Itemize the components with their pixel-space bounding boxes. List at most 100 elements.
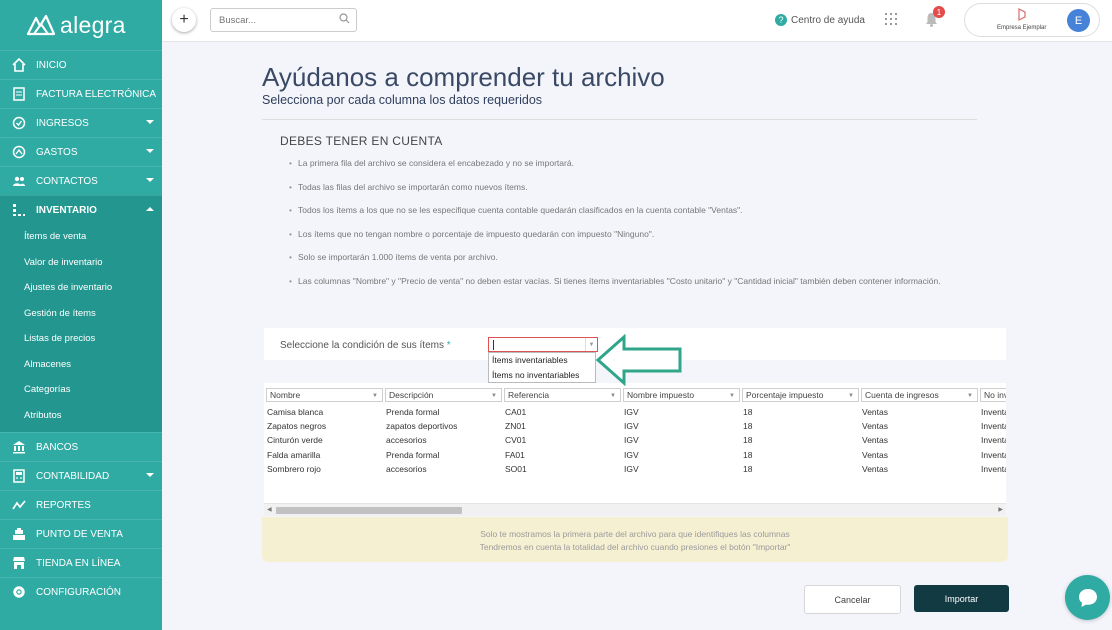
- import-button[interactable]: Importar: [914, 585, 1009, 612]
- table-cell: Camisa blanca: [267, 407, 324, 417]
- help-center-link[interactable]: ? Centro de ayuda: [775, 14, 865, 26]
- column-header-label: Cuenta de ingresos: [865, 390, 939, 400]
- gear-icon: [12, 585, 26, 599]
- table-cell: IGV: [624, 407, 639, 417]
- topbar: + ? Centro de ayuda 1 Empresa Ejemplar E: [162, 0, 1112, 42]
- option-no-inventariables[interactable]: Ítems no inventariables: [489, 368, 595, 383]
- company-switcher[interactable]: Empresa Ejemplar E: [964, 3, 1100, 37]
- sidebar-subitem[interactable]: Gestión de ítems: [0, 301, 162, 327]
- notification-badge: 1: [933, 6, 945, 18]
- caret-down-icon: [146, 178, 154, 182]
- table-row: Sombrero rojo accesorios SO01 IGV 18 Ventas In…: [267, 462, 1006, 476]
- sidebar-subitem[interactable]: Categorías: [0, 377, 162, 403]
- sidebar-item-label: INICIO: [36, 59, 67, 71]
- info-box: Solo te mostramos la primera parte del a…: [262, 517, 1008, 562]
- alegra-logo[interactable]: alegra: [0, 0, 162, 50]
- notice-item: La primera fila del archivo se considera…: [289, 152, 969, 176]
- sidebar-subitem[interactable]: Almacenes: [0, 352, 162, 378]
- sidebar-item-label: CONTACTOS: [36, 175, 98, 187]
- table-row: Camisa blanca Prenda formal CA01 IGV 18 Venta…: [267, 405, 1006, 419]
- table-cell: SO01: [505, 463, 527, 474]
- scroll-left-icon[interactable]: ◀: [267, 506, 272, 513]
- sidebar-item-bancos[interactable]: BANCOS: [0, 432, 162, 461]
- sidebar-item-contabilidad[interactable]: CONTABILIDAD: [0, 461, 162, 490]
- table-cell: IGV: [624, 435, 639, 446]
- chat-button[interactable]: [1065, 575, 1110, 620]
- column-mapping-select[interactable]: Referencia ▼: [504, 388, 621, 402]
- sidebar-item-inicio[interactable]: INICIO: [0, 50, 162, 79]
- home-icon: [12, 58, 26, 72]
- table-cell: Ventas: [862, 463, 888, 474]
- column-mapping-select[interactable]: Nombre impuesto ▼: [623, 388, 740, 402]
- sidebar-item-label: FACTURA ELECTRÓNICA: [36, 88, 157, 100]
- cancel-button[interactable]: Cancelar: [804, 585, 901, 614]
- sidebar-subitem[interactable]: Ajustes de inventario: [0, 275, 162, 301]
- annotation-arrow-icon: [596, 334, 682, 386]
- apps-grid-icon[interactable]: [885, 13, 897, 25]
- column-header-label: Nombre impuesto: [627, 390, 695, 400]
- condition-label: Seleccione la condición de sus ítems *: [280, 340, 451, 351]
- avatar[interactable]: E: [1067, 9, 1090, 32]
- column-header-label: Nombre: [270, 390, 301, 400]
- column-mapping-select[interactable]: Porcentaje impuesto ▼: [742, 388, 859, 402]
- table-cell: CA01: [505, 407, 527, 417]
- option-inventariables[interactable]: Ítems inventariables: [489, 353, 595, 368]
- horizontal-scrollbar[interactable]: ◀ ▶: [264, 503, 1006, 516]
- table-body: Camisa blanca Prenda formal CA01 IGV 18 Venta…: [267, 405, 1006, 476]
- sidebar-item-gastos[interactable]: GASTOS: [0, 137, 162, 166]
- required-mark: *: [446, 340, 451, 351]
- contacts-icon: [12, 174, 26, 188]
- help-icon: ?: [775, 14, 787, 26]
- text-cursor: [493, 340, 494, 350]
- sidebar-item-label: BANCOS: [36, 441, 79, 453]
- table-cell: IGV: [624, 463, 639, 474]
- scrollbar-thumb[interactable]: [276, 507, 462, 514]
- column-header-label: Descripción: [389, 390, 434, 400]
- table-cell: zapatos deportivos: [386, 421, 458, 432]
- sidebar-item-punto-de-venta[interactable]: PUNTO DE VENTA: [0, 519, 162, 548]
- notice-item: Solo se importarán 1.000 ítems de venta …: [289, 246, 969, 270]
- column-mapping-select[interactable]: Cuenta de ingresos ▼: [861, 388, 978, 402]
- sidebar-item-inventario[interactable]: INVENTARIO: [0, 195, 162, 224]
- sidebar-subitem[interactable]: Listas de precios: [0, 326, 162, 352]
- column-header-label: Referencia: [508, 390, 550, 400]
- notice-item: Las columnas "Nombre" y "Precio de venta…: [289, 270, 969, 294]
- notice-heading: DEBES TENER EN CUENTA: [280, 134, 443, 148]
- sidebar-subitem[interactable]: Valor de inventario: [0, 250, 162, 276]
- sidebar-subitem[interactable]: Ítems de venta: [0, 224, 162, 250]
- column-mapping-select[interactable]: No inventariables▼: [980, 388, 1006, 402]
- sidebar-item-reportes[interactable]: REPORTES: [0, 490, 162, 519]
- quick-add-button[interactable]: +: [172, 8, 196, 32]
- info-line: Tendremos en cuenta la totalidad del arc…: [479, 541, 791, 552]
- scroll-right-icon[interactable]: ▶: [998, 506, 1003, 513]
- sidebar-item-ingresos[interactable]: INGRESOS: [0, 108, 162, 137]
- column-header-label: Porcentaje impuesto: [746, 390, 824, 400]
- search-icon[interactable]: [339, 13, 350, 24]
- sidebar-item-configuración[interactable]: CONFIGURACIÓN: [0, 577, 162, 606]
- caret-down-icon: [146, 120, 154, 124]
- sidebar-item-factura-electrónica[interactable]: FACTURA ELECTRÓNICA: [0, 79, 162, 108]
- sidebar-item-label: PUNTO DE VENTA: [36, 528, 123, 540]
- search-input[interactable]: [210, 8, 357, 32]
- table-cell: Inventariables: [981, 463, 1006, 474]
- chevron-down-icon: ▼: [372, 393, 378, 399]
- accounting-icon: [12, 469, 26, 483]
- pos-icon: [12, 527, 26, 541]
- condition-select[interactable]: ▼: [488, 337, 598, 352]
- table-cell: IGV: [624, 449, 639, 460]
- caret-up-icon: [146, 207, 154, 211]
- alegra-leaf-icon: [26, 14, 56, 36]
- sidebar-subitem[interactable]: Atributos: [0, 403, 162, 429]
- notice-item: Los ítems que no tengan nombre o porcent…: [289, 223, 969, 247]
- sidebar-item-contactos[interactable]: CONTACTOS: [0, 166, 162, 195]
- table-row: Zapatos negros zapatos deportivos ZN01 IGV 1…: [267, 419, 1006, 433]
- column-mapping-select[interactable]: Nombre ▼: [266, 388, 383, 402]
- chevron-down-icon: ▼: [491, 393, 497, 399]
- inventory-subnav: Ítems de venta Valor de inventario Ajustes…: [0, 224, 162, 432]
- sidebar-item-tienda-en-línea[interactable]: TIENDA EN LÍNEA: [0, 548, 162, 577]
- column-mapping-select[interactable]: Descripción ▼: [385, 388, 502, 402]
- table-cell: IGV: [624, 421, 639, 432]
- notice-list: La primera fila del archivo se considera…: [289, 152, 969, 293]
- sidebar-item-label: GASTOS: [36, 146, 78, 158]
- table-cell: Ventas: [862, 407, 888, 417]
